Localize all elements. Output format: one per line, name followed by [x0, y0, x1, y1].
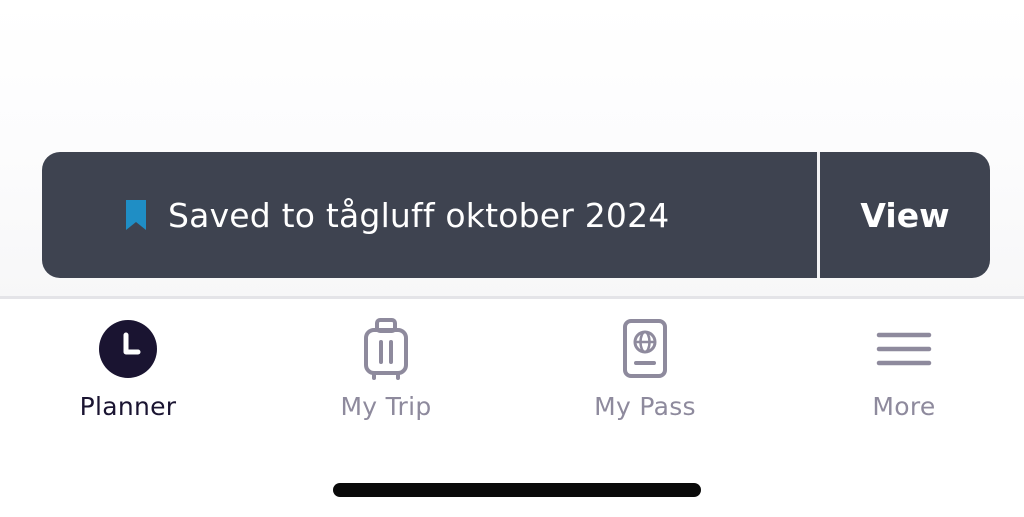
tab-planner[interactable]: Planner — [18, 299, 238, 439]
tab-label-my-pass: My Pass — [594, 392, 696, 421]
tab-label-planner: Planner — [79, 392, 177, 421]
toast-message-area: Saved to tågluff oktober 2024 — [42, 152, 817, 278]
menu-icon — [872, 317, 936, 381]
tab-more[interactable]: More — [794, 299, 1014, 439]
toast-message: Saved to tågluff oktober 2024 — [168, 195, 670, 235]
suitcase-icon — [354, 317, 418, 381]
bookmark-icon — [126, 200, 146, 230]
passport-icon — [613, 317, 677, 381]
tab-my-trip[interactable]: My Trip — [276, 299, 496, 439]
tab-label-my-trip: My Trip — [340, 392, 432, 421]
clock-icon — [96, 317, 160, 381]
tab-bar: Planner My Trip My Pass More — [0, 299, 1024, 449]
tab-label-more: More — [872, 392, 936, 421]
tab-my-pass[interactable]: My Pass — [535, 299, 755, 439]
view-button[interactable]: View — [820, 152, 990, 278]
app-screen: Saved to tågluff oktober 2024 View Plann… — [0, 0, 1024, 517]
saved-toast: Saved to tågluff oktober 2024 View — [42, 152, 990, 278]
home-indicator[interactable] — [333, 483, 701, 497]
